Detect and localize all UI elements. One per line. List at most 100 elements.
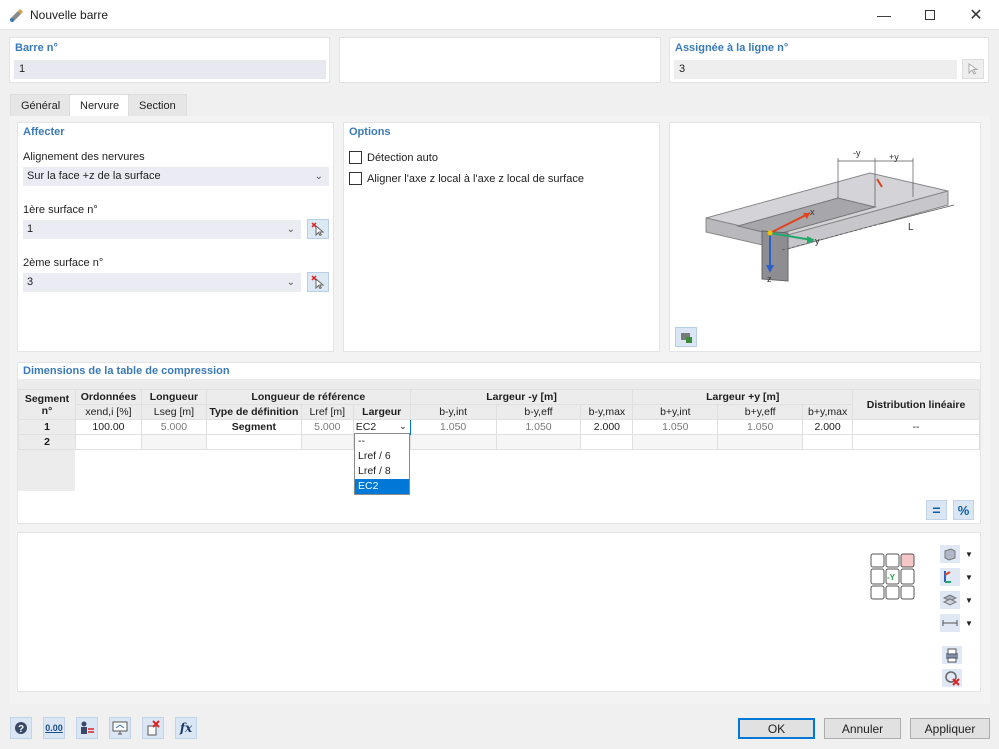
tab-section[interactable]: Section [128, 94, 187, 116]
alignment-value: Sur la face +z de la surface [27, 170, 161, 182]
chevron-down-icon: ⌄ [286, 277, 295, 288]
cell-b-y-max[interactable]: 2.000 [580, 419, 634, 435]
caret-down-icon[interactable]: ▼ [965, 596, 973, 605]
help-button[interactable]: ? [10, 717, 32, 739]
dimension-button[interactable] [940, 614, 960, 632]
surface1-select[interactable]: 1 ⌄ [23, 220, 301, 239]
pick-surface2-button[interactable] [307, 272, 329, 292]
cell-bp-y-eff[interactable]: 1.050 [717, 419, 804, 435]
cell-distribution[interactable]: -- [852, 419, 980, 435]
minus-y-label: -y [853, 148, 861, 158]
compression-table-panel: Dimensions de la table de compression Se… [17, 362, 981, 524]
col-type-def: Type de définition [205, 404, 302, 420]
equal-button[interactable]: = [926, 500, 947, 520]
axis-y-icon [944, 571, 951, 583]
surface2-select[interactable]: 3 ⌄ [23, 273, 301, 292]
minimize-icon: — [877, 7, 891, 23]
maximize-button[interactable] [907, 0, 953, 30]
col-longueur: Longueur [140, 389, 207, 405]
cell-bp-y-int[interactable]: 1.050 [632, 419, 719, 435]
align-axis-checkbox[interactable] [349, 172, 362, 185]
cell-empty[interactable] [74, 434, 142, 450]
cell-b-y-eff[interactable]: 1.050 [495, 419, 582, 435]
cell-empty[interactable] [580, 434, 634, 450]
caret-down-icon[interactable]: ▼ [965, 550, 973, 559]
dropdown-option[interactable]: -- [355, 434, 409, 449]
barre-number-field[interactable]: 1 [14, 60, 326, 79]
equals-icon: = [932, 502, 941, 518]
cell-bp-y-max[interactable]: 2.000 [802, 419, 854, 435]
cell-empty[interactable] [409, 434, 497, 450]
cell-empty[interactable] [852, 434, 980, 450]
close-button[interactable]: ✕ [953, 0, 999, 30]
units-button[interactable] [76, 717, 98, 739]
diagram-view-button[interactable] [675, 327, 697, 347]
cell-empty[interactable] [205, 434, 302, 450]
title-bar: Nouvelle barre — ✕ [0, 0, 999, 30]
cell-lseg[interactable]: 5.000 [140, 419, 207, 435]
delete-icon [147, 720, 160, 736]
pick-line-button[interactable] [962, 59, 984, 79]
print-preview-button[interactable] [942, 646, 962, 664]
auto-detect-checkbox[interactable] [349, 151, 362, 164]
minimize-button[interactable]: — [861, 0, 907, 30]
pick-surface1-button[interactable] [307, 219, 329, 239]
largeur-select-value: EC2 [355, 421, 377, 433]
col-bp-y-max: b+y,max [802, 404, 854, 420]
barre-panel: Barre n° 1 [9, 37, 330, 83]
cell-xend[interactable]: 100.00 [74, 419, 142, 435]
axis-view-button[interactable] [940, 568, 960, 586]
cell-empty[interactable] [632, 434, 719, 450]
table-row: 1 100.00 5.000 Segment 5.000 EC2 ⌄ 1.050… [18, 419, 980, 435]
layers-icon [943, 594, 957, 606]
decimals-icon: 0.00 [45, 723, 63, 733]
view-button[interactable] [109, 717, 131, 739]
pick-surface-icon [311, 222, 325, 236]
col-b-y-int: b-y,int [409, 404, 497, 420]
col-largeur: Largeur [352, 404, 411, 420]
assigned-line-field[interactable]: 3 [674, 60, 957, 79]
tab-general[interactable]: Général [10, 94, 72, 116]
dropdown-option-selected[interactable]: EC2 [355, 479, 409, 494]
cancel-button[interactable]: Annuler [824, 718, 901, 739]
chevron-down-icon: ⌄ [399, 421, 407, 431]
cell-empty[interactable] [140, 434, 207, 450]
barre-label: Barre n° [15, 42, 58, 54]
surface2-value: 3 [27, 276, 34, 288]
dropdown-option[interactable]: Lref / 6 [355, 449, 409, 464]
row-segment[interactable]: 2 [18, 434, 76, 450]
cell-empty[interactable] [802, 434, 854, 450]
percent-button[interactable]: % [953, 500, 974, 520]
apply-button[interactable]: Appliquer [910, 718, 990, 739]
maximize-icon [925, 10, 935, 20]
delete-button[interactable] [142, 717, 164, 739]
tab-nervure[interactable]: Nervure [69, 94, 131, 117]
dropdown-option[interactable]: Lref / 8 [355, 464, 409, 479]
display-mode-button[interactable] [940, 591, 960, 609]
cell-empty[interactable] [495, 434, 582, 450]
cell-type[interactable]: Segment [205, 419, 302, 435]
surface2-label: 2ème surface n° [23, 257, 104, 269]
ok-button[interactable]: OK [738, 718, 815, 739]
cell-b-y-int[interactable]: 1.050 [409, 419, 497, 435]
col-ordonnees: Ordonnées [74, 389, 142, 405]
col-segment: Segment n° [18, 389, 76, 420]
cell-empty[interactable] [717, 434, 804, 450]
affecter-title: Affecter [23, 126, 65, 138]
formula-button[interactable]: fx [175, 717, 197, 739]
compression-table: Segment n° Ordonnées Longueur Longueur d… [18, 389, 980, 450]
monitor-icon [112, 721, 128, 735]
cell-lref[interactable]: 5.000 [300, 419, 354, 435]
cursor-pick-icon [968, 63, 979, 75]
svg-text:?: ? [18, 724, 24, 735]
decimal-places-button[interactable]: 0.00 [43, 717, 65, 739]
caret-down-icon[interactable]: ▼ [965, 573, 973, 582]
options-title: Options [349, 126, 391, 138]
reset-view-button[interactable] [942, 669, 962, 687]
view-cube-button[interactable] [940, 545, 960, 563]
dimension-icon [942, 620, 958, 626]
row-segment[interactable]: 1 [18, 419, 76, 435]
caret-down-icon[interactable]: ▼ [965, 619, 973, 628]
alignment-select[interactable]: Sur la face +z de la surface ⌄ [23, 167, 329, 186]
cell-empty[interactable] [300, 434, 354, 450]
